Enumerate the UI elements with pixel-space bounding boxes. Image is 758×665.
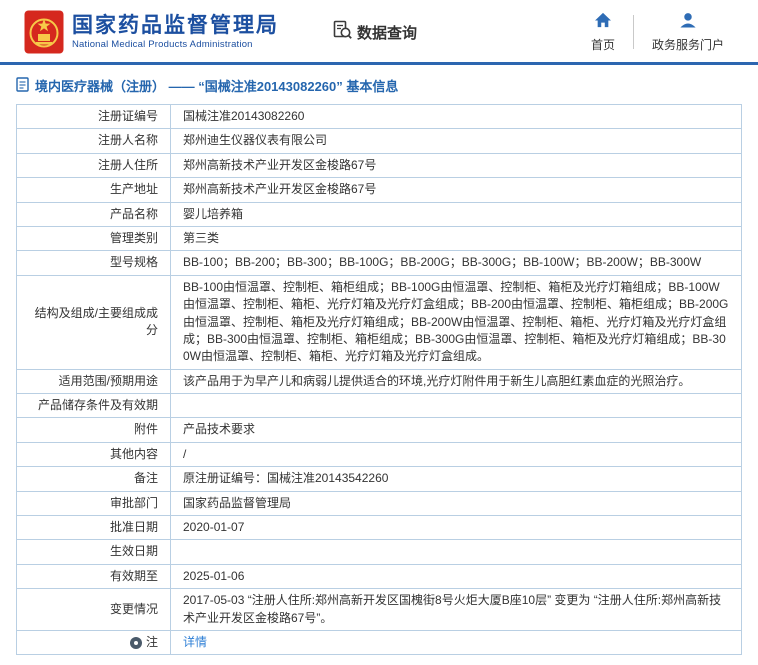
row-label: 产品储存条件及有效期 bbox=[16, 393, 171, 419]
page-title: 境内医疗器械（注册） —— “国械注准20143082260” 基本信息 bbox=[35, 79, 399, 94]
row-label: 生产地址 bbox=[16, 177, 171, 203]
note-label: 注 bbox=[145, 634, 158, 649]
data-query-icon bbox=[331, 19, 353, 46]
breadcrumb: 境内医疗器械（注册） —— “国械注准20143082260” 基本信息 bbox=[0, 65, 758, 104]
row-label: 变更情况 bbox=[16, 588, 171, 631]
row-label: 生效日期 bbox=[16, 539, 171, 565]
home-icon bbox=[594, 12, 612, 33]
table-row: 其他内容 / bbox=[16, 441, 742, 468]
row-label: 备注 bbox=[16, 466, 171, 492]
row-label: 适用范围/预期用途 bbox=[16, 368, 171, 395]
row-label: 审批部门 bbox=[16, 490, 171, 517]
row-value bbox=[170, 539, 742, 565]
table-row: 批准日期 2020-01-07 bbox=[16, 515, 742, 541]
row-label: 管理类别 bbox=[16, 225, 171, 252]
row-value bbox=[170, 393, 742, 419]
table-row: 注册人名称 郑州迪生仪器仪表有限公司 bbox=[16, 128, 742, 154]
brand: 国家药品监督管理局 National Medical Products Admi… bbox=[24, 10, 279, 54]
org-name-en: National Medical Products Administration bbox=[72, 39, 253, 51]
table-row: 管理类别 第三类 bbox=[16, 225, 742, 252]
table-row: 审批部门 国家药品监督管理局 bbox=[16, 490, 742, 517]
table-row: 结构及组成/主要组成成分 BB-100由恒温罩、控制柜、箱柜组成；BB-100G… bbox=[16, 274, 742, 370]
table-row-note: 注 详情 bbox=[16, 629, 742, 656]
row-label: 型号规格 bbox=[16, 250, 171, 276]
national-emblem-logo-icon bbox=[24, 10, 64, 54]
user-icon bbox=[679, 12, 697, 33]
row-value: 2025-01-06 bbox=[170, 563, 742, 590]
nav-home-label: 首页 bbox=[590, 37, 615, 52]
nav-portal[interactable]: 政务服务门户 bbox=[634, 12, 742, 53]
table-row: 适用范围/预期用途 该产品用于为早产儿和病弱儿提供适合的环境,光疗灯附件用于新生… bbox=[16, 368, 742, 395]
registration-info-table: 注册证编号 国械注准20143082260 注册人名称 郑州迪生仪器仪表有限公司… bbox=[16, 103, 742, 656]
row-value: 2017-05-03 “注册人住所:郑州高新开发区国槐街8号火炬大厦B座10层”… bbox=[170, 588, 742, 631]
table-row: 生产地址 郑州高新技术产业开发区金梭路67号 bbox=[16, 177, 742, 203]
row-label: 批准日期 bbox=[16, 515, 171, 541]
data-query-button[interactable]: 数据查询 bbox=[331, 19, 417, 46]
row-label: 注册人名称 bbox=[16, 128, 171, 154]
row-label: 有效期至 bbox=[16, 563, 171, 590]
row-label: 产品名称 bbox=[16, 201, 171, 227]
row-value: 婴儿培养箱 bbox=[170, 201, 742, 227]
nav-home[interactable]: 首页 bbox=[573, 12, 633, 53]
row-value: / bbox=[170, 441, 742, 468]
document-icon bbox=[16, 76, 29, 95]
row-label: 注册证编号 bbox=[16, 103, 171, 130]
org-name-cn: 国家药品监督管理局 bbox=[72, 13, 279, 37]
nav-portal-label: 政务服务门户 bbox=[651, 37, 724, 52]
table-row: 附件 产品技术要求 bbox=[16, 417, 742, 443]
row-value: 该产品用于为早产儿和病弱儿提供适合的环境,光疗灯附件用于新生儿高胆红素血症的光照… bbox=[170, 368, 742, 395]
row-value: 2020-01-07 bbox=[170, 515, 742, 541]
row-value: BB-100；BB-200；BB-300；BB-100G；BB-200G；BB-… bbox=[170, 250, 742, 276]
row-label-note: 注 bbox=[16, 629, 171, 656]
row-value: 郑州迪生仪器仪表有限公司 bbox=[170, 128, 742, 154]
row-value: 原注册证编号：国械注准20143542260 bbox=[170, 466, 742, 492]
table-row: 有效期至 2025-01-06 bbox=[16, 563, 742, 590]
row-value: 国家药品监督管理局 bbox=[170, 490, 742, 517]
table-row: 产品名称 婴儿培养箱 bbox=[16, 201, 742, 227]
data-query-label: 数据查询 bbox=[357, 24, 418, 42]
table-row: 产品储存条件及有效期 bbox=[16, 393, 742, 419]
row-label: 结构及组成/主要组成成分 bbox=[16, 274, 171, 370]
row-value: 郑州高新技术产业开发区金梭路67号 bbox=[170, 152, 742, 179]
table-row: 变更情况 2017-05-03 “注册人住所:郑州高新开发区国槐街8号火炬大厦B… bbox=[16, 588, 742, 631]
table-row: 注册人住所 郑州高新技术产业开发区金梭路67号 bbox=[16, 152, 742, 179]
row-label: 附件 bbox=[16, 417, 171, 443]
brand-text: 国家药品监督管理局 National Medical Products Admi… bbox=[72, 14, 279, 50]
top-nav: 首页 政务服务门户 bbox=[573, 12, 742, 53]
row-label: 注册人住所 bbox=[16, 152, 171, 179]
row-value: BB-100由恒温罩、控制柜、箱柜组成；BB-100G由恒温罩、控制柜、箱柜及光… bbox=[170, 274, 742, 370]
row-value: 产品技术要求 bbox=[170, 417, 742, 443]
row-value: 国械注准20143082260 bbox=[170, 103, 742, 130]
table-row: 备注 原注册证编号：国械注准20143542260 bbox=[16, 466, 742, 492]
table-row: 注册证编号 国械注准20143082260 bbox=[16, 103, 742, 130]
row-value: 郑州高新技术产业开发区金梭路67号 bbox=[170, 177, 742, 203]
note-icon bbox=[129, 636, 142, 649]
header: 国家药品监督管理局 National Medical Products Admi… bbox=[0, 0, 758, 62]
detail-link[interactable]: 详情 bbox=[183, 635, 207, 649]
table-row: 生效日期 bbox=[16, 539, 742, 565]
table-row: 型号规格 BB-100；BB-200；BB-300；BB-100G；BB-200… bbox=[16, 250, 742, 276]
row-label: 其他内容 bbox=[16, 441, 171, 468]
row-value: 第三类 bbox=[170, 225, 742, 252]
row-value-note: 详情 bbox=[170, 629, 742, 656]
